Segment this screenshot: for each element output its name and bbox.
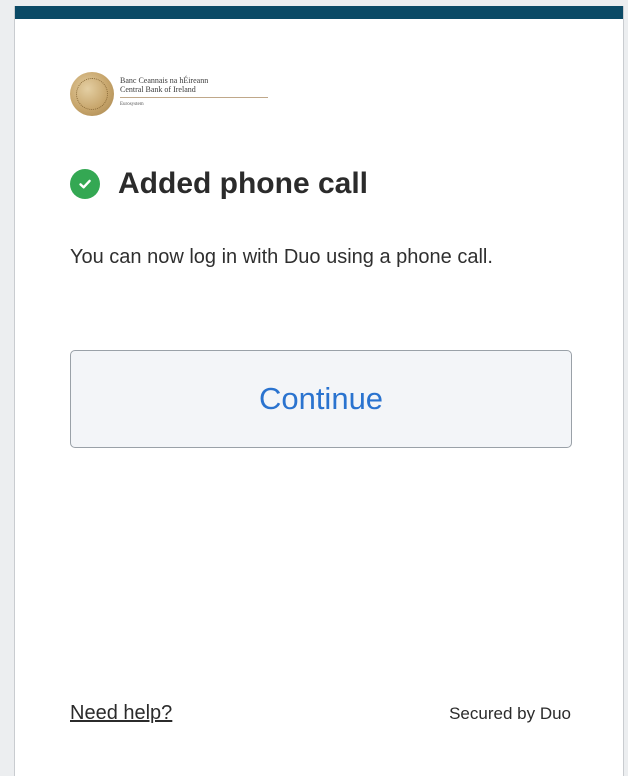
page-title: Added phone call	[118, 167, 369, 200]
continue-button[interactable]: Continue	[70, 350, 572, 448]
secured-by-duo-label: Secured by Duo	[449, 704, 571, 723]
need-help-link[interactable]: Need help?	[70, 702, 172, 725]
status-header: Added phone call	[70, 167, 368, 201]
duo-prompt-card: Banc Ceannais na hÉireann Central Bank o…	[14, 6, 624, 776]
central-bank-logo: Banc Ceannais na hÉireann Central Bank o…	[70, 72, 268, 116]
logo-text: Banc Ceannais na hÉireann Central Bank o…	[120, 76, 268, 108]
seal-icon	[70, 72, 114, 116]
logo-divider	[120, 97, 268, 98]
check-circle-icon	[70, 169, 100, 199]
top-accent-bar	[15, 6, 623, 19]
status-message: You can now log in with Duo using a phon…	[70, 246, 493, 268]
logo-english-name: Central Bank of Ireland	[120, 85, 196, 94]
logo-irish-name: Banc Ceannais na hÉireann	[120, 76, 209, 85]
logo-eurosystem: Eurosystem	[120, 102, 144, 107]
